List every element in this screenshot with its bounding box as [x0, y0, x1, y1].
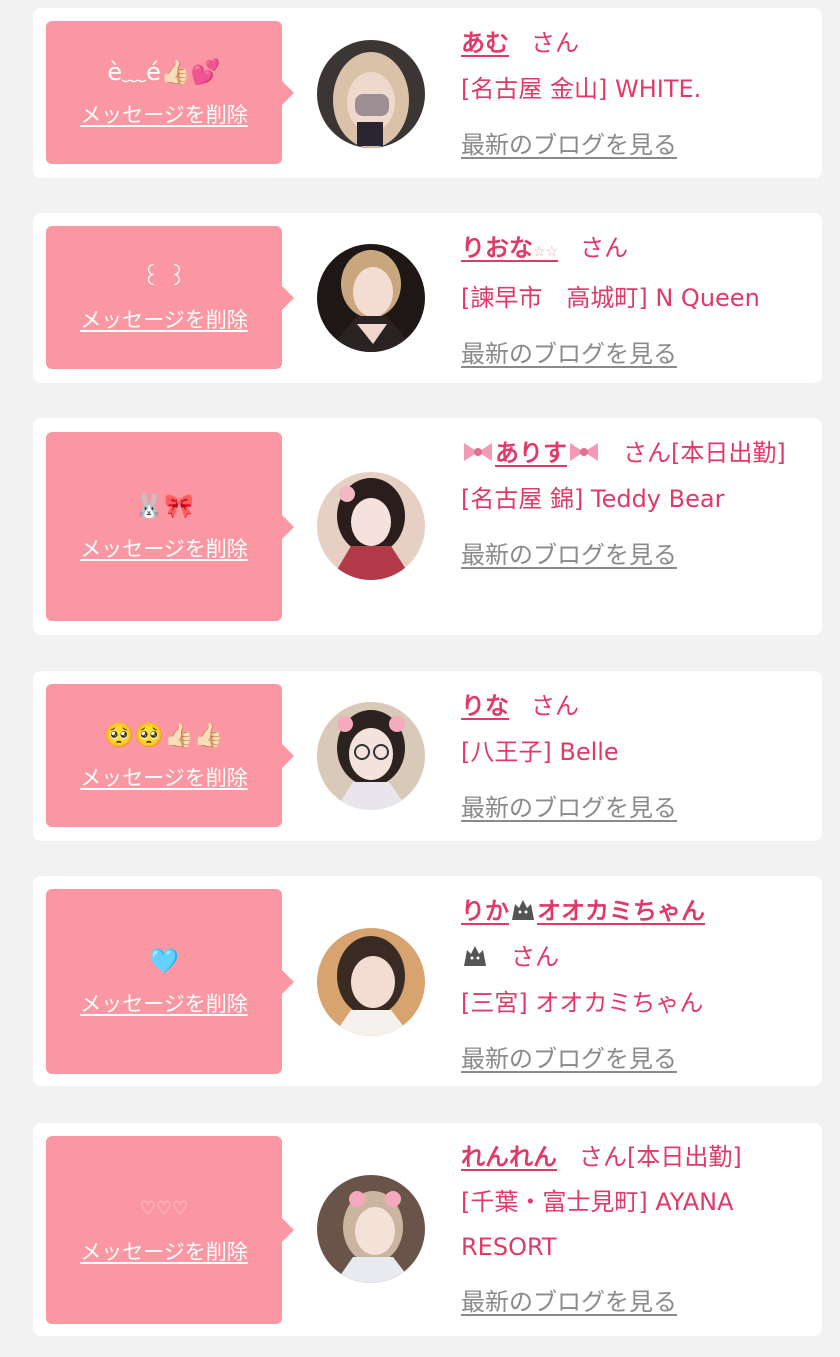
honorific: さん[本日出勤] — [623, 439, 786, 467]
message-text: 🥺🥺👍🏻👍🏻 — [104, 720, 224, 749]
cast-info: あむ さん [名古屋 金山] WHITE. 最新のブログを見る — [461, 20, 811, 168]
cast-name-link[interactable]: あむ — [461, 29, 509, 57]
message-card: ꒰ ꒱ メッセージを削除 りおな☆☆ さん [諫早市 高城町] N Queen 最… — [33, 213, 822, 383]
cast-name: りおな — [461, 234, 533, 262]
delete-message-link[interactable]: メッセージを削除 — [80, 99, 248, 129]
cast-name-link[interactable]: ありす — [461, 439, 601, 467]
cast-name: オオカミちゃん — [537, 897, 705, 925]
delete-message-link[interactable]: メッセージを削除 — [80, 304, 248, 334]
shop-label: [千葉・富士見町] AYANA — [461, 1188, 734, 1216]
avatar[interactable] — [317, 1175, 425, 1283]
message-card: 🐰🎀 メッセージを削除 ありす さん[本日出勤] [名古屋 錦] Teddy Be… — [33, 418, 822, 635]
honorific: さん — [580, 234, 629, 262]
latest-blog-link[interactable]: 最新のブログを見る — [461, 1280, 677, 1325]
message-text: 🐰🎀 — [134, 491, 194, 520]
ribbon-icon — [570, 443, 598, 461]
cast-name: ありす — [495, 439, 567, 467]
delete-message-link[interactable]: メッセージを削除 — [80, 1236, 248, 1266]
delete-message-link[interactable]: メッセージを削除 — [80, 762, 248, 792]
cast-info: ありす さん[本日出勤] [名古屋 錦] Teddy Bear 最新のブログを見る — [461, 430, 811, 578]
message-card: è﹏é👍🏻💕 メッセージを削除 あむ さん [名古屋 金山] WHITE. 最新の… — [33, 8, 822, 178]
ribbon-icon — [464, 443, 492, 461]
cast-name: りか — [461, 897, 509, 925]
latest-blog-link[interactable]: 最新のブログを見る — [461, 785, 677, 831]
wolf-icon — [512, 900, 534, 920]
wolf-icon — [464, 946, 486, 966]
shop-label: [名古屋 金山] WHITE. — [461, 75, 702, 103]
cast-info: りか オオカミちゃん さん [三宮] オオカミちゃん 最新のブログを見る — [461, 888, 811, 1082]
message-bubble: 🥺🥺👍🏻👍🏻 メッセージを削除 — [46, 684, 294, 827]
delete-message-link[interactable]: メッセージを削除 — [80, 988, 248, 1018]
cast-name-link[interactable]: りおな☆☆ — [461, 234, 558, 262]
message-text: ꒰ ꒱ — [141, 262, 187, 291]
avatar[interactable] — [317, 928, 425, 1036]
honorific: さん — [511, 943, 559, 971]
shop-label: [八王子] Belle — [461, 738, 619, 766]
message-text: è﹏é👍🏻💕 — [107, 57, 221, 86]
avatar[interactable] — [317, 702, 425, 810]
message-bubble: ♡♡♡ メッセージを削除 — [46, 1136, 294, 1324]
message-bubble: ꒰ ꒱ メッセージを削除 — [46, 226, 294, 369]
cast-info: れんれん さん[本日出勤] [千葉・富士見町] AYANA RESORT 最新のブ… — [461, 1135, 811, 1325]
cast-name-link[interactable]: れんれん — [461, 1143, 557, 1171]
message-bubble: 🩵 メッセージを削除 — [46, 889, 294, 1074]
latest-blog-link[interactable]: 最新のブログを見る — [461, 122, 677, 168]
name-stars: ☆☆ — [533, 244, 559, 260]
avatar[interactable] — [317, 244, 425, 352]
honorific: さん — [531, 29, 579, 57]
cast-name-link[interactable]: りか オオカミちゃん — [461, 897, 705, 925]
avatar[interactable] — [317, 40, 425, 148]
message-card: 🩵 メッセージを削除 りか オオカミちゃん さん [三宮] オオカミちゃん 最新の… — [33, 876, 822, 1086]
latest-blog-link[interactable]: 最新のブログを見る — [461, 532, 677, 578]
cast-name-link[interactable]: りな — [461, 692, 509, 720]
shop-label: [諫早市 高城町] N Queen — [461, 284, 760, 312]
message-bubble: 🐰🎀 メッセージを削除 — [46, 432, 294, 621]
latest-blog-link[interactable]: 最新のブログを見る — [461, 331, 677, 377]
shop-label: [三宮] オオカミちゃん — [461, 989, 704, 1017]
message-bubble: è﹏é👍🏻💕 メッセージを削除 — [46, 21, 294, 164]
message-text: 🩵 — [149, 946, 179, 975]
shop-label: [名古屋 錦] Teddy Bear — [461, 485, 725, 513]
cast-info: りな さん [八王子] Belle 最新のブログを見る — [461, 683, 811, 831]
cast-info: りおな☆☆ さん [諫早市 高城町] N Queen 最新のブログを見る — [461, 225, 811, 377]
shop-label: RESORT — [461, 1233, 557, 1261]
message-card: ♡♡♡ メッセージを削除 れんれん さん[本日出勤] [千葉・富士見町] AYAN… — [33, 1123, 822, 1336]
message-text: ♡♡♡ — [139, 1198, 189, 1219]
latest-blog-link[interactable]: 最新のブログを見る — [461, 1036, 677, 1082]
honorific: さん[本日出勤] — [579, 1143, 742, 1171]
delete-message-link[interactable]: メッセージを削除 — [80, 533, 248, 563]
message-card: 🥺🥺👍🏻👍🏻 メッセージを削除 りな さん [八王子] Belle 最新のブログを… — [33, 671, 822, 841]
honorific: さん — [531, 692, 579, 720]
avatar[interactable] — [317, 472, 425, 580]
